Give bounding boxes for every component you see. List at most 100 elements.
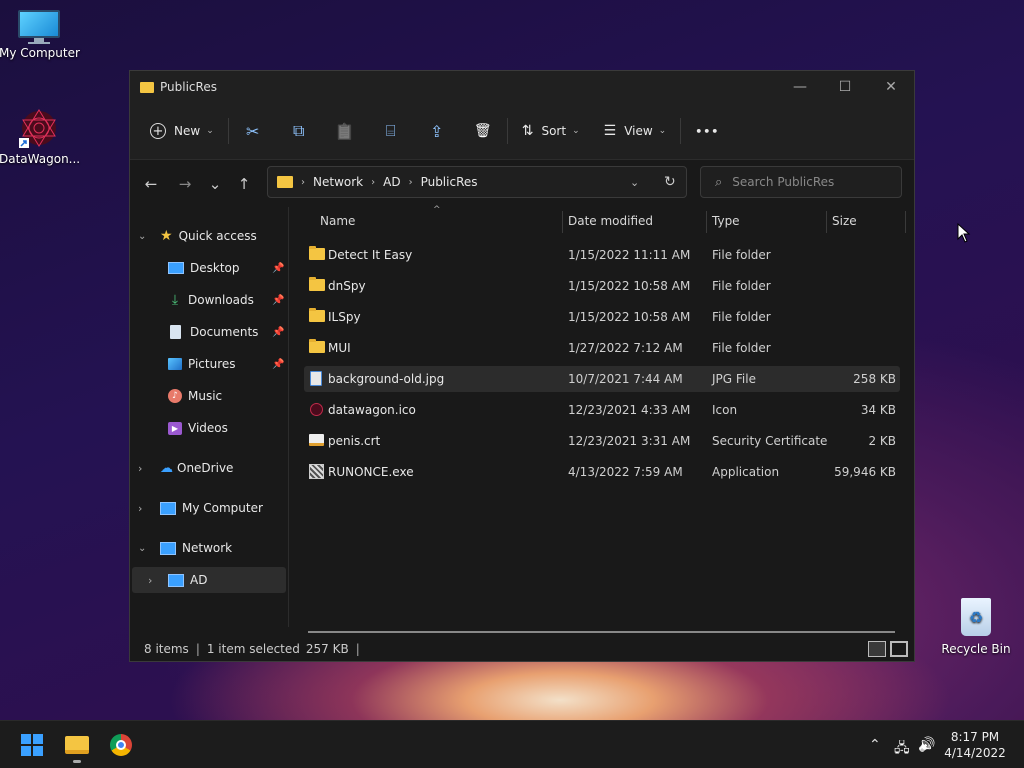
file-row[interactable]: MUI 1/27/2022 7:12 AM File folder	[304, 335, 900, 361]
close-icon: ✕	[885, 79, 897, 95]
sidebar-item-documents[interactable]: Documents 📌	[168, 319, 288, 345]
pane-divider[interactable]	[288, 207, 289, 627]
computer-icon	[160, 501, 176, 515]
sidebar-item-onedrive[interactable]: › ☁ OneDrive	[138, 455, 233, 481]
sort-button[interactable]: ⇅ Sort ⌄	[514, 115, 588, 147]
share-button[interactable]: ⇪	[419, 115, 455, 147]
sidebar-item-pictures[interactable]: Pictures 📌	[168, 351, 288, 377]
up-button[interactable]: ↑	[228, 168, 260, 200]
column-header-date[interactable]: Date modified	[568, 214, 653, 228]
taskbar-file-explorer[interactable]	[61, 729, 93, 763]
search-box[interactable]: ⌕	[700, 166, 902, 198]
sort-icon: ⇅	[521, 123, 534, 139]
sidebar-item-label: Desktop	[190, 261, 240, 275]
document-icon	[170, 325, 181, 339]
desktop-icon-label: Recycle Bin	[941, 642, 1011, 656]
datawagon-shortcut-icon	[17, 106, 61, 150]
sidebar-item-network[interactable]: ⌄ Network	[138, 535, 232, 561]
desktop-icon-my-computer[interactable]: My Computer	[0, 10, 80, 60]
sidebar-item-label: Network	[182, 541, 233, 555]
column-header-name[interactable]: Name	[320, 214, 355, 228]
file-date: 4/13/2022 7:59 AM	[568, 465, 683, 479]
search-icon: ⌕	[715, 174, 723, 190]
mouse-cursor-icon	[957, 223, 971, 243]
item-count: 8 items	[144, 642, 189, 656]
pin-icon[interactable]: 📌	[272, 263, 284, 274]
pin-icon[interactable]: 📌	[272, 327, 284, 338]
file-row[interactable]: RUNONCE.exe 4/13/2022 7:59 AM Applicatio…	[304, 459, 900, 485]
network-status-icon[interactable]: 🖧	[894, 737, 910, 761]
maximize-button[interactable]: ☐	[822, 71, 868, 103]
desktop-icon-recycle-bin[interactable]: ♻ Recycle Bin	[938, 598, 1014, 656]
recent-locations-button[interactable]: ⌄	[199, 168, 231, 200]
view-button[interactable]: ☰ View ⌄	[596, 115, 675, 147]
delete-button[interactable]: 🗑	[465, 115, 501, 147]
sidebar-item-quick-access[interactable]: ⌄ ★ Quick access	[138, 223, 257, 249]
forward-button[interactable]: →	[169, 168, 201, 200]
file-row[interactable]: datawagon.ico 12/23/2021 4:33 AM Icon 34…	[304, 397, 900, 423]
arrow-left-icon: ←	[144, 175, 158, 193]
file-name: penis.crt	[328, 434, 381, 448]
sidebar-item-my-computer[interactable]: › My Computer	[138, 495, 263, 521]
file-date: 12/23/2021 4:33 AM	[568, 403, 691, 417]
column-divider[interactable]	[905, 211, 906, 233]
desktop-icon	[168, 262, 184, 274]
start-button[interactable]	[16, 729, 48, 761]
new-button[interactable]: + New ⌄	[142, 115, 222, 147]
status-bar: 8 items | 1 item selected 257 KB |	[130, 637, 914, 661]
column-divider[interactable]	[562, 211, 563, 233]
horizontal-scrollbar[interactable]	[308, 631, 895, 633]
file-row[interactable]: Detect It Easy 1/15/2022 11:11 AM File f…	[304, 242, 900, 268]
chevron-down-icon: ⌄	[208, 175, 222, 193]
file-row[interactable]: penis.crt 12/23/2021 3:31 AM Security Ce…	[304, 428, 900, 454]
column-divider[interactable]	[826, 211, 827, 233]
taskbar-chrome[interactable]	[105, 729, 137, 761]
cut-button[interactable]: ✂	[235, 115, 271, 147]
copy-button[interactable]: ⧉	[281, 115, 317, 147]
file-row[interactable]: dnSpy 1/15/2022 10:58 AM File folder	[304, 273, 900, 299]
file-row-selected[interactable]: background-old.jpg 10/7/2021 7:44 AM JPG…	[304, 366, 900, 392]
search-input[interactable]	[730, 174, 885, 190]
running-indicator	[73, 760, 81, 763]
sidebar-item-music[interactable]: ♪ Music	[168, 383, 222, 409]
show-hidden-icons-chevron-icon[interactable]: ⌃	[869, 737, 881, 753]
sidebar-item-videos[interactable]: ▶ Videos	[168, 415, 228, 441]
minimize-button[interactable]: —	[777, 71, 823, 103]
refresh-icon[interactable]: ↻	[664, 174, 676, 190]
paste-button[interactable]: 📋	[327, 115, 363, 147]
file-size: 2 KB	[868, 434, 896, 448]
column-header-size[interactable]: Size	[832, 214, 857, 228]
back-button[interactable]: ←	[135, 168, 167, 200]
cloud-icon: ☁	[160, 460, 173, 476]
file-name: MUI	[328, 341, 351, 355]
close-button[interactable]: ✕	[868, 71, 914, 103]
taskbar: ⌃ 🖧 🔊 8:17 PM 4/14/2022	[0, 720, 1024, 768]
rename-button[interactable]: ⌸	[373, 115, 409, 147]
breadcrumb-network[interactable]: Network	[313, 175, 363, 189]
desktop-icon-label: My Computer	[0, 46, 80, 60]
file-row[interactable]: ILSpy 1/15/2022 10:58 AM File folder	[304, 304, 900, 330]
clock[interactable]: 8:17 PM 4/14/2022	[930, 729, 1020, 761]
breadcrumb-ad[interactable]: AD	[383, 175, 400, 189]
address-bar[interactable]: › Network › AD › PublicRes ⌄ ↻	[267, 166, 687, 198]
sidebar-item-desktop[interactable]: Desktop 📌	[168, 255, 288, 281]
sidebar-item-ad[interactable]: › AD	[148, 567, 207, 593]
breadcrumb-separator: ›	[408, 176, 413, 188]
breadcrumb-separator: ›	[371, 176, 376, 188]
address-dropdown-icon[interactable]: ⌄	[630, 176, 639, 189]
folder-icon	[309, 277, 325, 291]
desktop-icon-datawagon[interactable]: DataWagon...	[0, 106, 80, 166]
folder-icon	[140, 81, 154, 93]
sidebar-item-label: Pictures	[188, 357, 236, 371]
view-lines-icon: ☰	[603, 123, 617, 139]
datawagon-ico-icon	[310, 403, 323, 416]
column-header-type[interactable]: Type	[712, 214, 740, 228]
details-view-button[interactable]	[868, 641, 886, 657]
pin-icon[interactable]: 📌	[272, 295, 284, 306]
pin-icon[interactable]: 📌	[272, 359, 284, 370]
breadcrumb-publicres[interactable]: PublicRes	[421, 175, 478, 189]
column-divider[interactable]	[706, 211, 707, 233]
more-options-button[interactable]: •••	[687, 115, 727, 147]
tiles-view-button[interactable]	[890, 641, 908, 657]
sidebar-item-downloads[interactable]: ⤓ Downloads 📌	[168, 287, 288, 313]
